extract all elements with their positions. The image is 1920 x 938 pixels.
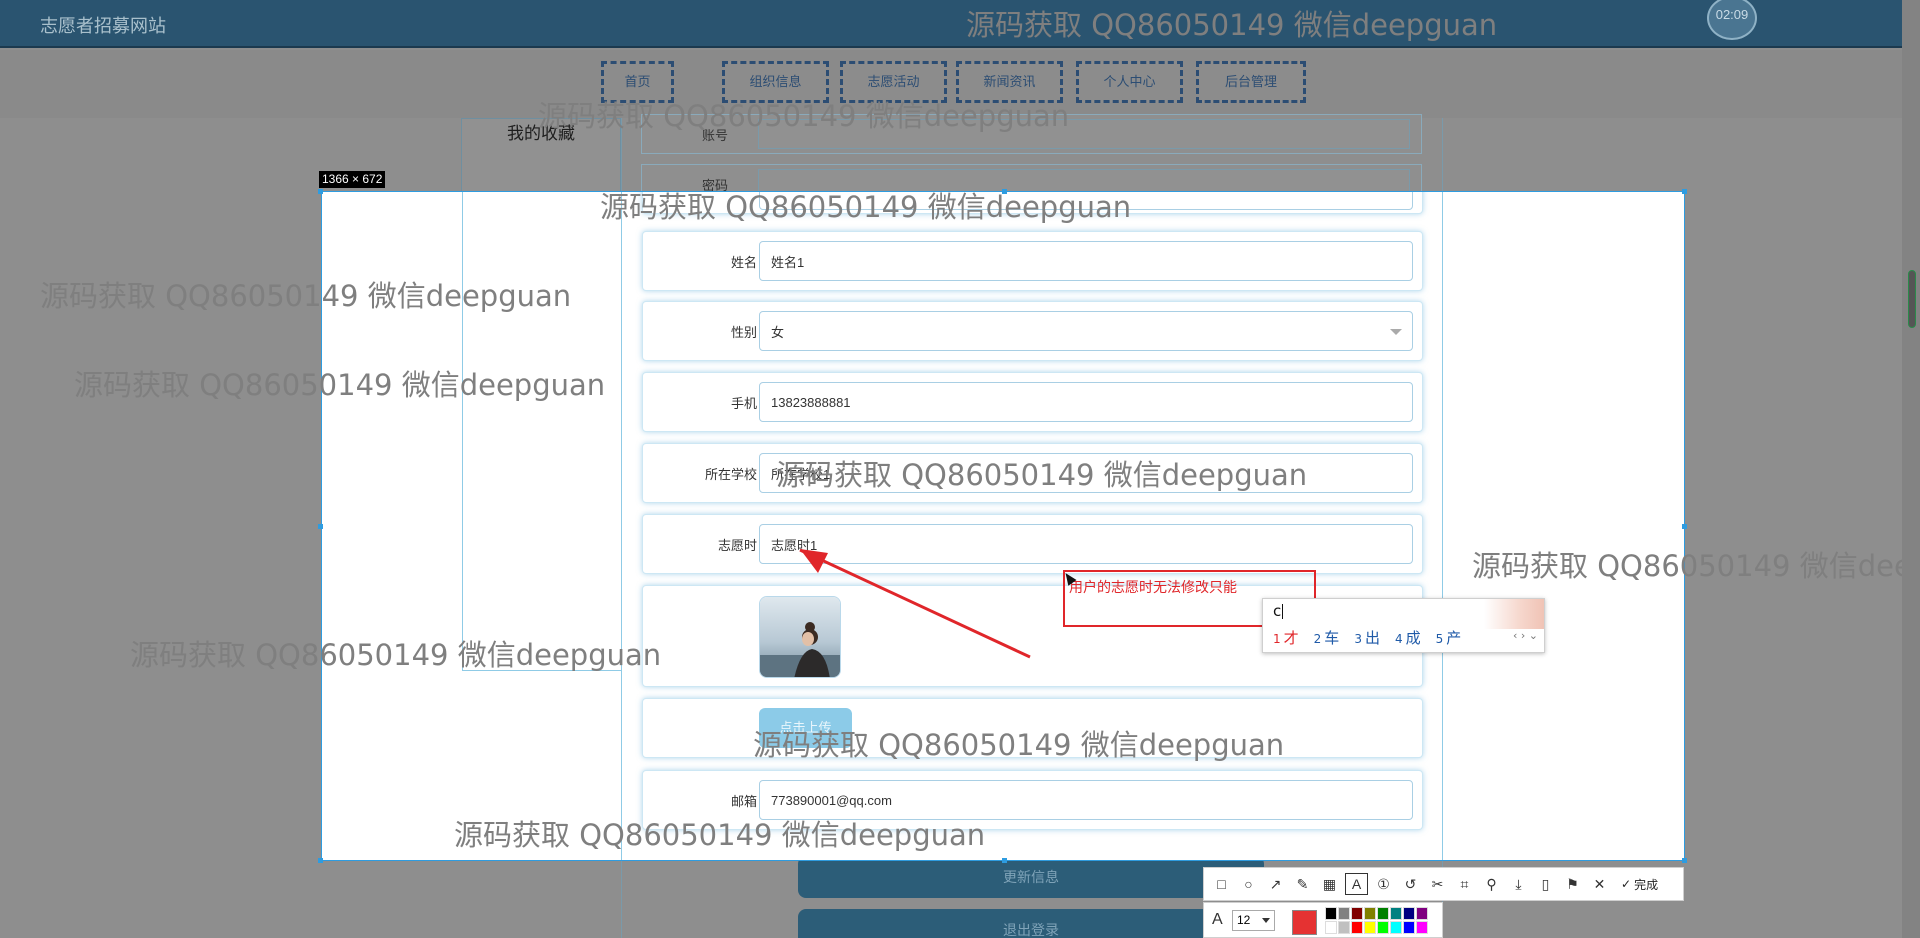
color-swatch[interactable] (1351, 907, 1363, 920)
color-swatch[interactable] (1390, 907, 1402, 920)
nav-activities[interactable]: 志愿活动 (840, 61, 947, 103)
current-color-swatch[interactable] (1292, 910, 1317, 935)
nav-admin[interactable]: 后台管理 (1196, 61, 1306, 103)
page-scrollbar-thumb[interactable] (1908, 270, 1916, 328)
done-label: 完成 (1634, 877, 1659, 892)
resize-handle-br[interactable] (1682, 858, 1687, 863)
ime-candidate[interactable]: 3出 (1354, 627, 1380, 648)
ime-candidates: 1才 2车 3出 4成 5产 (1273, 627, 1461, 648)
undo-icon[interactable]: ↺ (1399, 873, 1422, 895)
account-field[interactable] (758, 119, 1410, 149)
update-info-button[interactable]: 更新信息 (798, 856, 1264, 898)
color-swatch[interactable] (1377, 907, 1389, 920)
font-size-select[interactable]: 12 (1232, 910, 1275, 931)
ime-candidate[interactable]: 1才 (1273, 627, 1299, 648)
screenshot-toolbar: □ ○ ↗ ✎ ▦ A ① ↺ ✂ ⌗ ⚲ ⤓ ▯ ⚑ ✕ ✓ 完成 (1203, 867, 1684, 901)
color-palette (1325, 907, 1428, 934)
color-swatch[interactable] (1403, 907, 1415, 920)
color-swatch[interactable] (1377, 921, 1389, 934)
close-icon[interactable]: ✕ (1588, 873, 1611, 895)
resize-handle-r[interactable] (1682, 524, 1687, 529)
phone-icon[interactable]: ▯ (1534, 873, 1557, 895)
nav-home[interactable]: 首页 (601, 61, 674, 103)
rectangle-icon[interactable]: □ (1210, 873, 1233, 895)
logout-button[interactable]: 退出登录 (798, 909, 1264, 938)
color-swatch[interactable] (1364, 921, 1376, 934)
download-icon[interactable]: ⤓ (1507, 873, 1530, 895)
site-header: 志愿者招募网站 02:09 (0, 0, 1902, 48)
ime-candidate[interactable]: 4成 (1395, 627, 1421, 648)
annotation-arrow[interactable] (322, 192, 1685, 861)
capture-size-label: 1366 × 672 (319, 171, 386, 188)
cut-icon[interactable]: ✂ (1426, 873, 1449, 895)
ime-candidate[interactable]: 5产 (1436, 627, 1462, 648)
resize-handle-bl[interactable] (318, 858, 323, 863)
resize-handle-b[interactable] (1002, 858, 1007, 863)
resize-handle-l[interactable] (318, 524, 323, 529)
account-row: 账号 (641, 114, 1422, 154)
annotation-text: 用户的志愿时无法修改只能 (1069, 579, 1237, 595)
text-icon[interactable]: A (1345, 873, 1368, 895)
color-swatch[interactable] (1364, 907, 1376, 920)
ime-decoration (1484, 599, 1544, 629)
mosaic-icon[interactable]: ▦ (1318, 873, 1341, 895)
color-swatch[interactable] (1403, 921, 1415, 934)
sidebar-item-favorites[interactable]: 我的收藏 (461, 118, 621, 160)
color-swatch[interactable] (1325, 921, 1337, 934)
ime-composition: c (1273, 602, 1284, 620)
bookmark-icon[interactable]: ⚑ (1561, 873, 1584, 895)
capture-region[interactable]: 姓名 姓名1 性别 女 手机 13823888881 所在学校 所在学校1 志愿… (321, 191, 1685, 861)
resize-handle-t[interactable] (1002, 189, 1007, 194)
color-swatch[interactable] (1325, 907, 1337, 920)
resize-handle-tl[interactable] (318, 189, 323, 194)
font-size-icon: A (1212, 911, 1223, 928)
ime-page-arrows[interactable]: ‹ › ⌄ (1513, 629, 1538, 642)
color-swatch[interactable] (1338, 907, 1350, 920)
main-nav (0, 50, 1902, 118)
resize-handle-tr[interactable] (1682, 189, 1687, 194)
ocr-icon[interactable]: ⌗ (1453, 873, 1476, 895)
text-style-bar: A 12 (1203, 902, 1443, 938)
ellipse-icon[interactable]: ○ (1237, 873, 1260, 895)
arrow-icon[interactable]: ↗ (1264, 873, 1287, 895)
ime-candidate-window[interactable]: c 1才 2车 3出 4成 5产 ‹ › ⌄ (1262, 598, 1545, 653)
clock-badge: 02:09 (1707, 0, 1757, 40)
page-scrollbar[interactable] (1902, 0, 1920, 938)
pen-icon[interactable]: ✎ (1291, 873, 1314, 895)
color-swatch[interactable] (1338, 921, 1350, 934)
color-swatch[interactable] (1416, 921, 1428, 934)
nav-news[interactable]: 新闻资讯 (956, 61, 1063, 103)
color-swatch[interactable] (1390, 921, 1402, 934)
site-title[interactable]: 志愿者招募网站 (40, 12, 166, 38)
account-label: 账号 (702, 128, 729, 143)
done-button[interactable]: ✓ 完成 (1621, 876, 1658, 893)
pin-icon[interactable]: ⚲ (1480, 873, 1503, 895)
color-swatch[interactable] (1351, 921, 1363, 934)
number-icon[interactable]: ① (1372, 873, 1395, 895)
check-icon: ✓ (1621, 877, 1632, 891)
ime-candidate[interactable]: 2车 (1314, 627, 1340, 648)
nav-organizations[interactable]: 组织信息 (722, 61, 829, 103)
nav-profile[interactable]: 个人中心 (1076, 61, 1183, 103)
color-swatch[interactable] (1416, 907, 1428, 920)
